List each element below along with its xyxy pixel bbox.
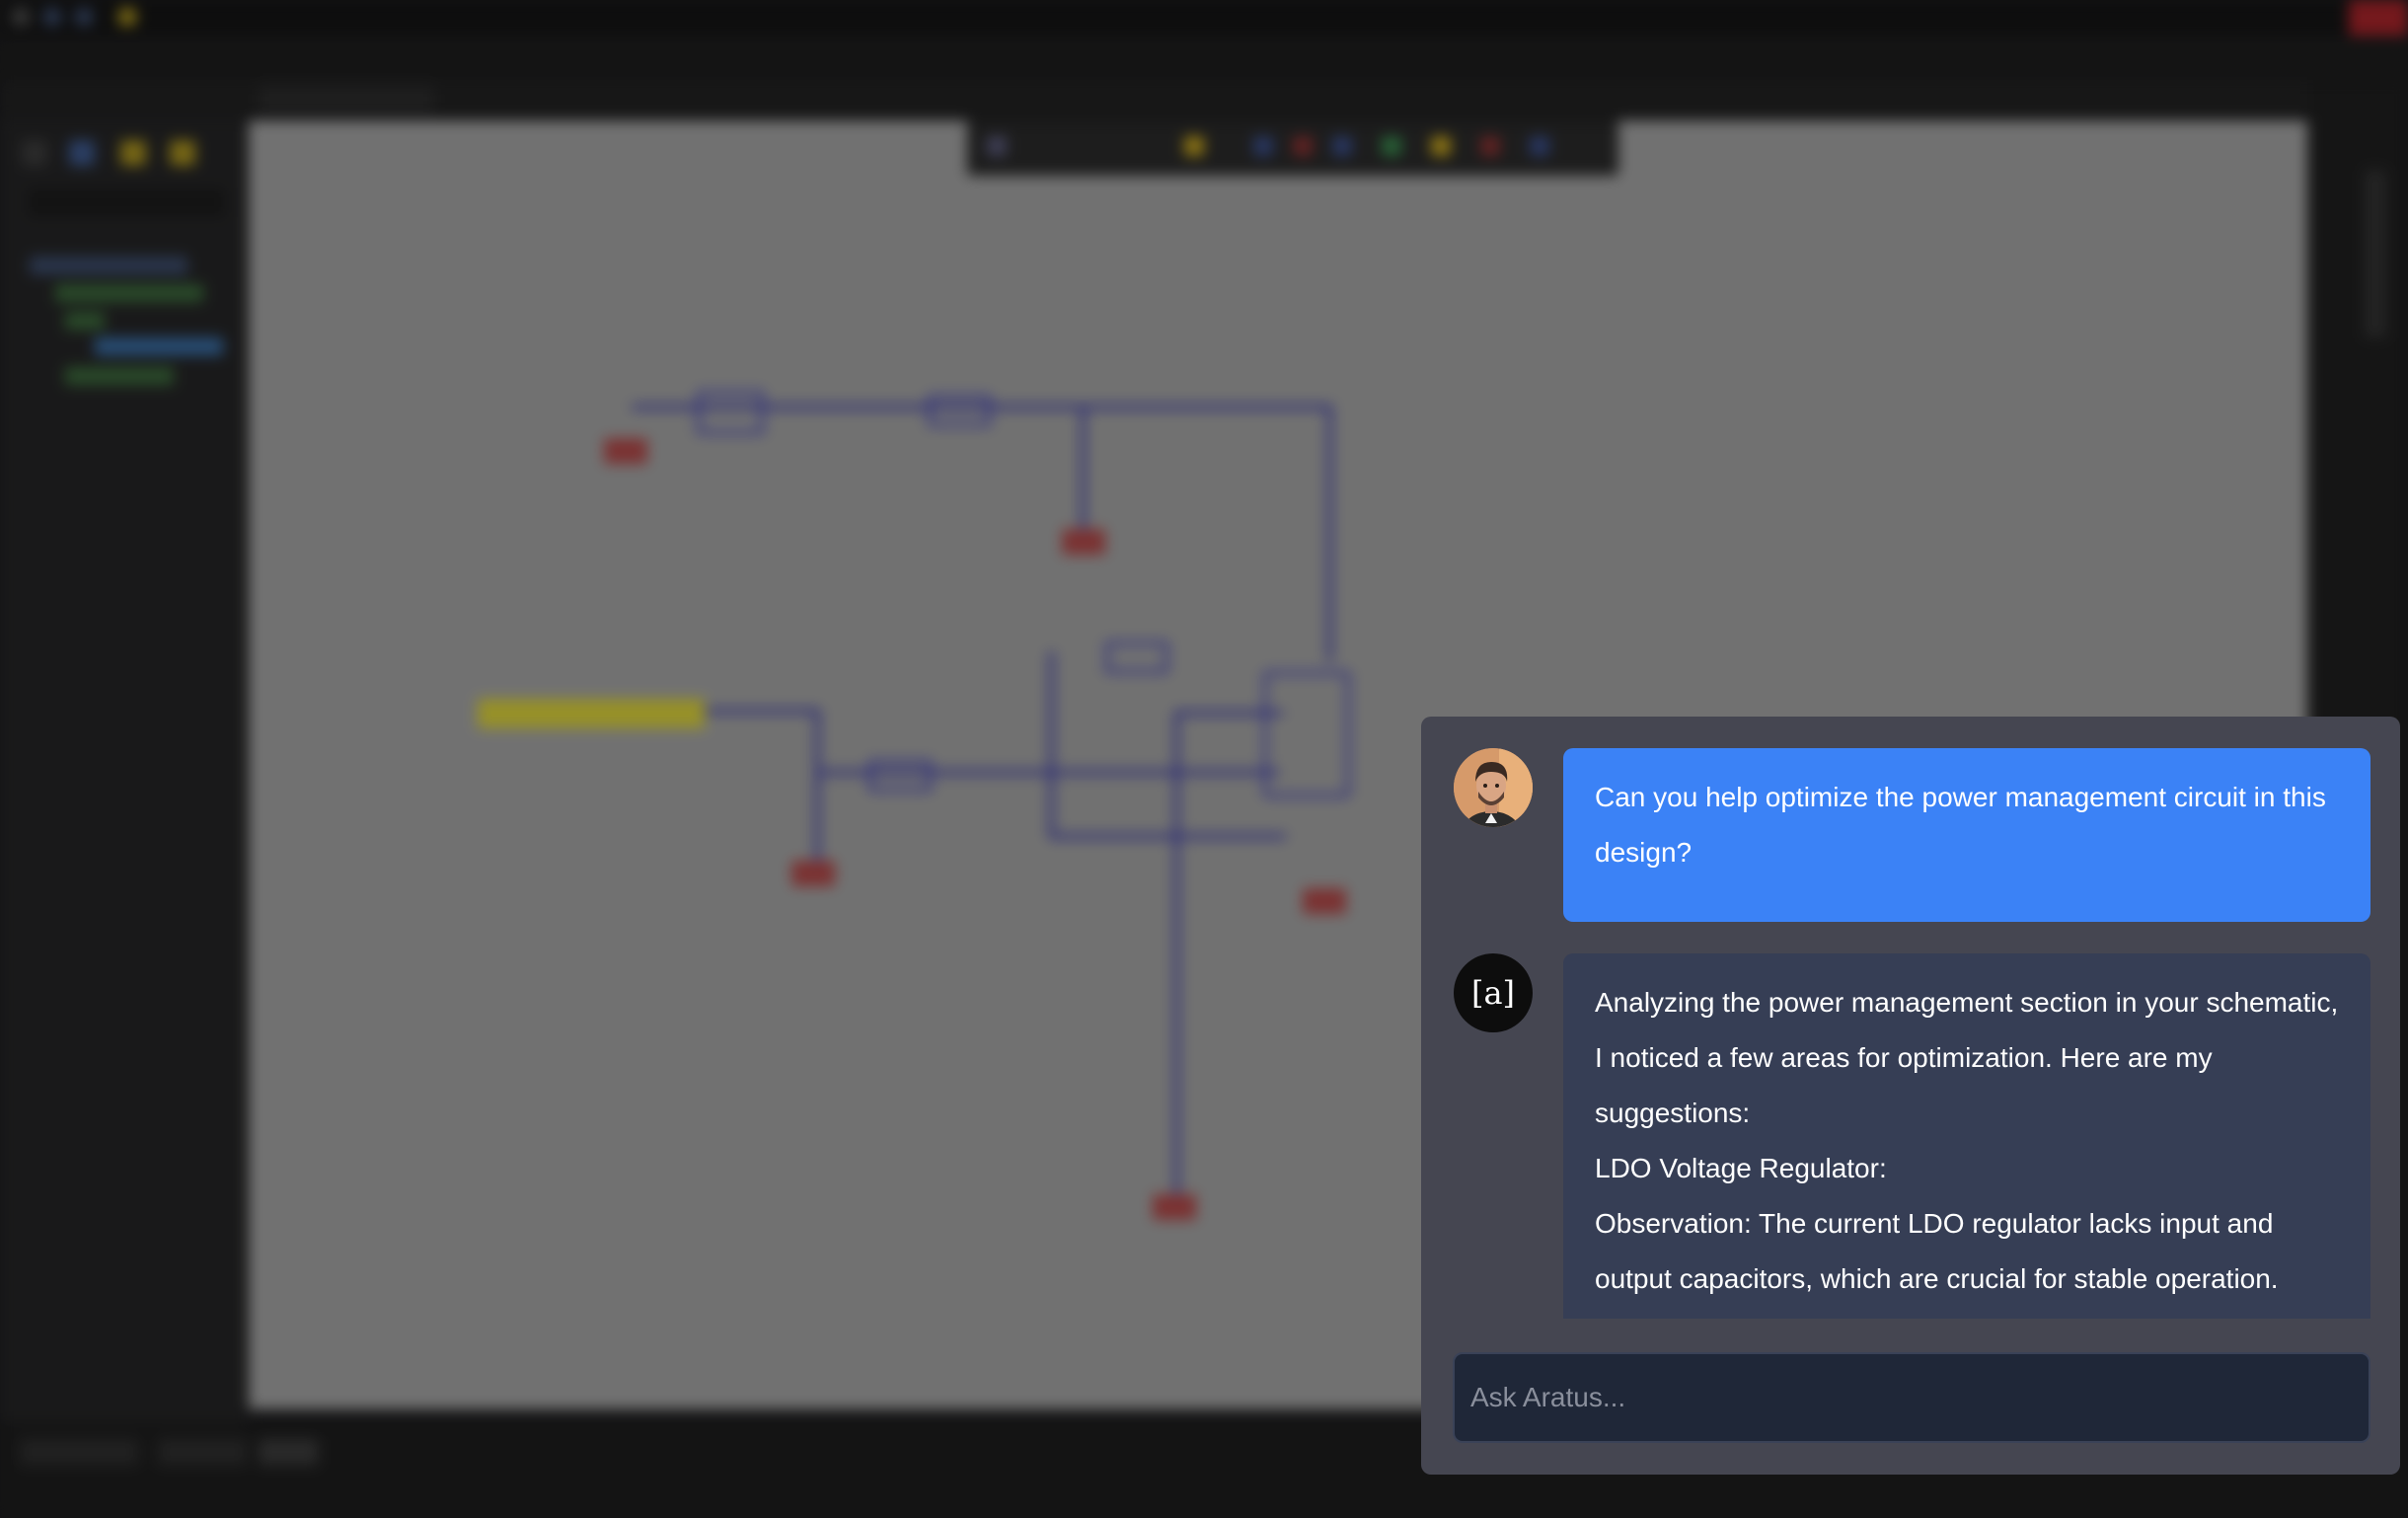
assistant-message-bubble: Analyzing the power management section i… [1563, 953, 2370, 1319]
person-photo-avatar-icon [1454, 748, 1533, 827]
chat-input-container [1453, 1352, 2370, 1443]
assistant-paragraph: LDO Voltage Regulator: [1595, 1153, 1887, 1183]
assistant-paragraph: Observation: The current LDO regulator l… [1595, 1208, 2279, 1294]
assistant-paragraph: Analyzing the power management section i… [1595, 987, 2339, 1128]
aratus-logo-icon: [a] [1454, 953, 1533, 1032]
user-avatar [1454, 748, 1533, 827]
chat-panel: Can you help optimize the power manageme… [1421, 717, 2400, 1475]
chat-input[interactable] [1455, 1354, 2369, 1441]
user-message-bubble: Can you help optimize the power manageme… [1563, 748, 2370, 922]
